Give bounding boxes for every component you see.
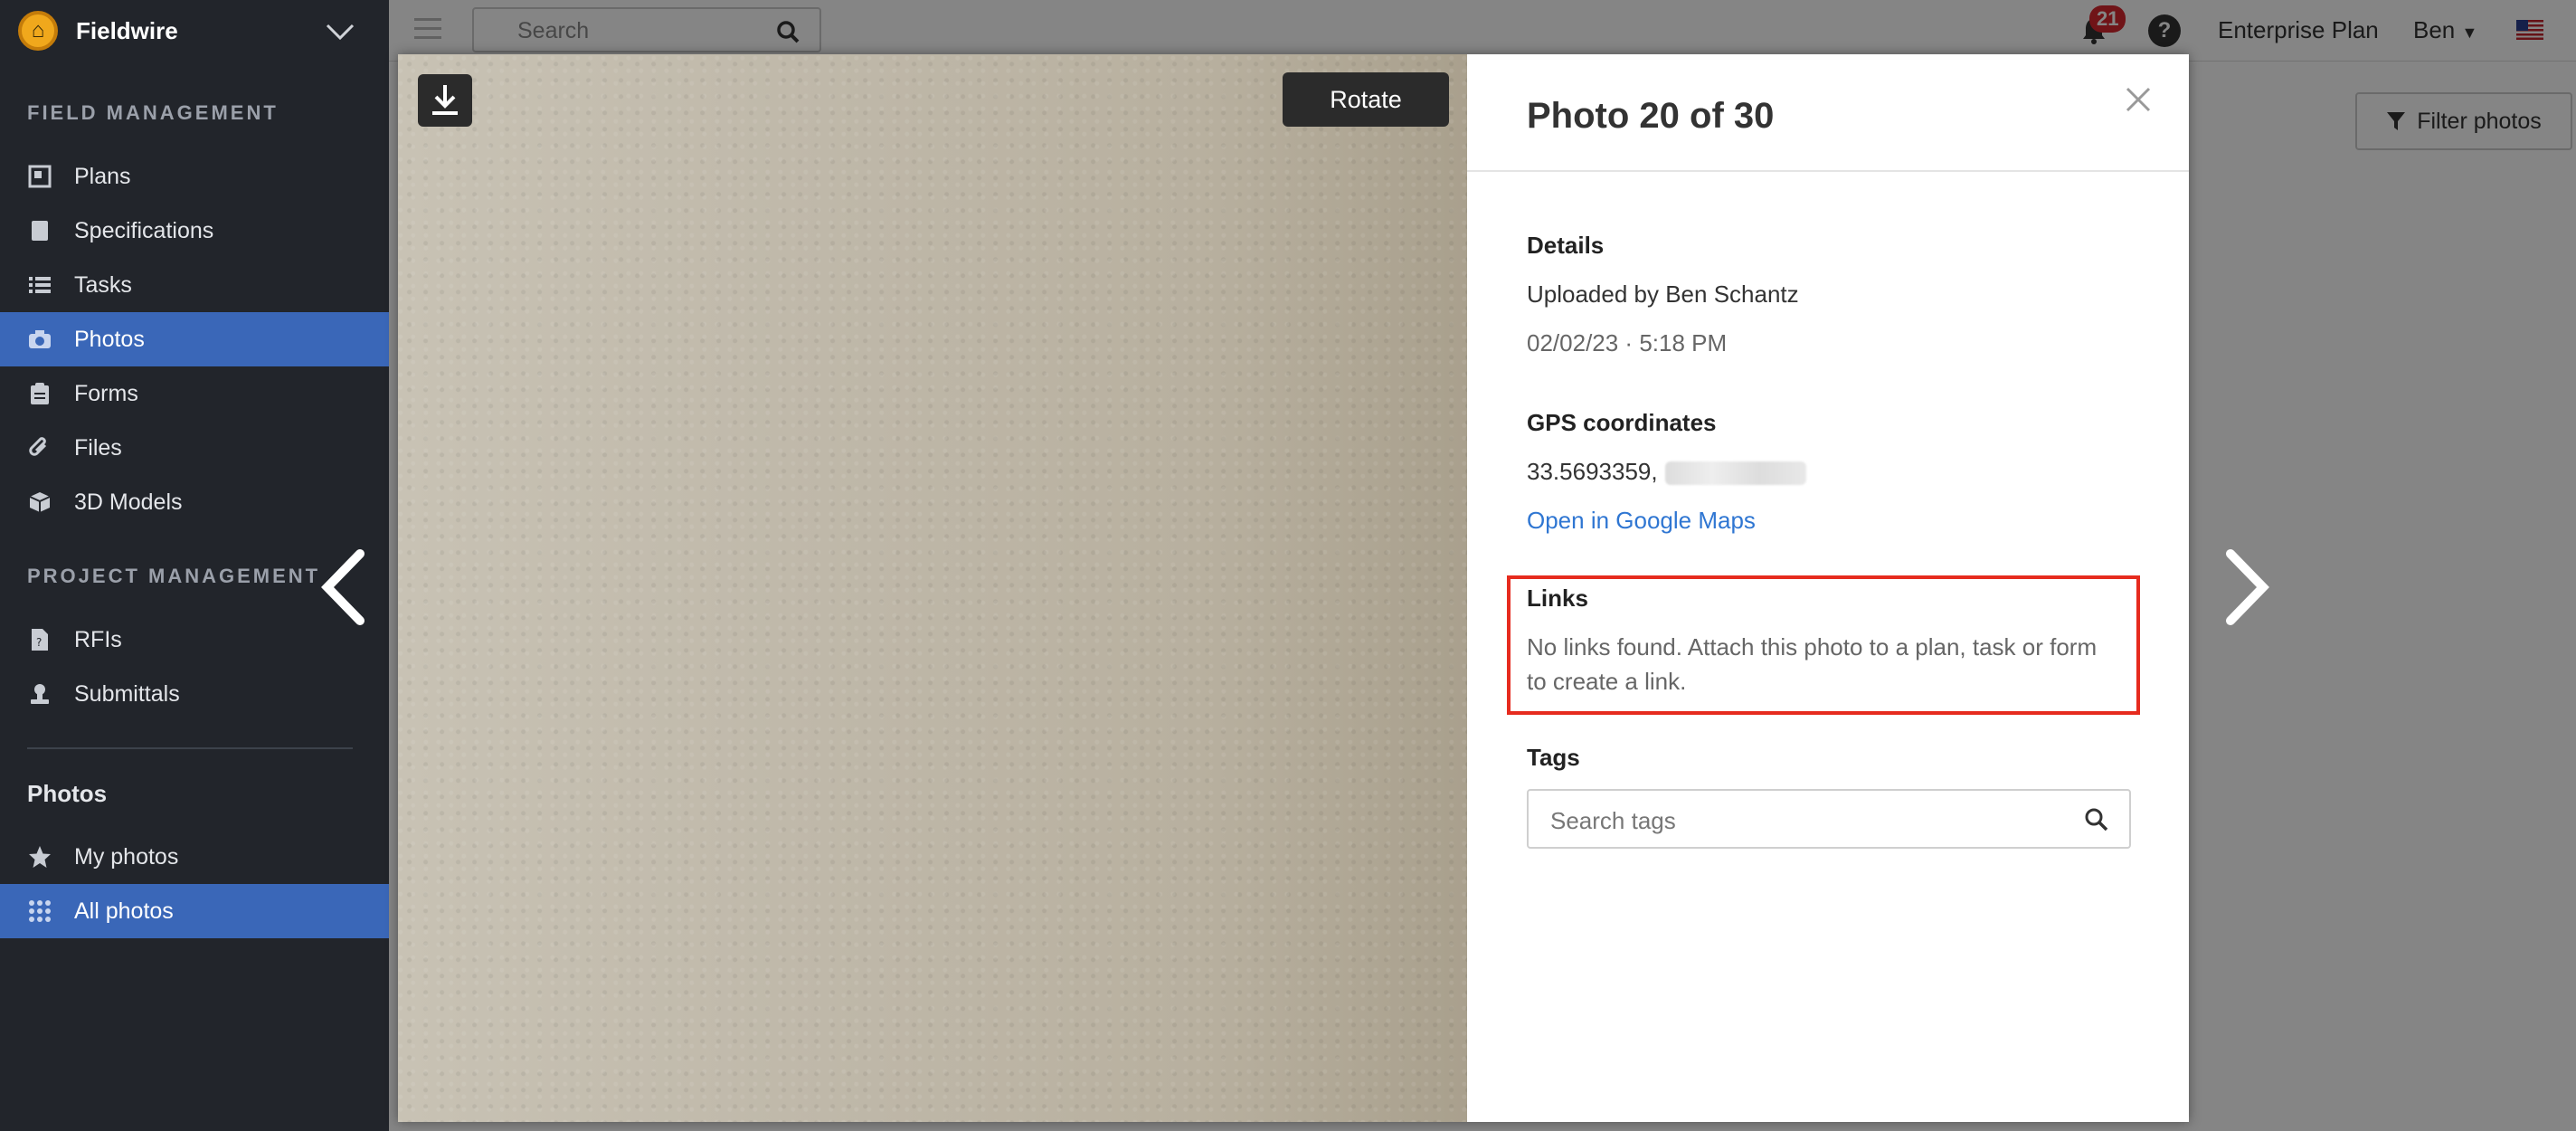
sidebar-item-all-photos[interactable]: All photos xyxy=(0,884,389,938)
next-photo-arrow-icon[interactable] xyxy=(2221,546,2276,628)
close-icon[interactable] xyxy=(2124,85,2153,114)
photo-details-panel: Photo 20 of 30 Details Uploaded by Ben S… xyxy=(1467,54,2189,1122)
project-management-heading: PROJECT MANAGEMENT xyxy=(27,565,321,587)
fieldwire-logo-icon: ⌂ xyxy=(18,11,58,51)
rotate-button[interactable]: Rotate xyxy=(1283,72,1449,127)
sidebar-item-plans[interactable]: Plans xyxy=(0,149,389,204)
search-tags-input[interactable]: Search tags xyxy=(1527,789,2131,849)
submittals-icon xyxy=(27,681,52,707)
plans-icon xyxy=(27,164,52,189)
previous-photo-arrow-icon[interactable] xyxy=(315,546,369,628)
sidebar-item-tasks[interactable]: Tasks xyxy=(0,258,389,312)
tags-label: Tags xyxy=(1527,744,1580,771)
search-icon xyxy=(2085,808,2108,832)
cube-icon xyxy=(27,489,52,515)
details-label: Details xyxy=(1527,232,1605,259)
star-icon xyxy=(27,844,52,870)
gps-value: 33.5693359, xyxy=(1527,458,1658,485)
paperclip-icon xyxy=(27,435,52,461)
sidebar-item-label: Forms xyxy=(74,380,138,406)
header-divider xyxy=(1467,170,2189,172)
sidebar-item-label: Tasks xyxy=(74,271,132,298)
sidebar-item-3d-models[interactable]: 3D Models xyxy=(0,475,389,529)
forms-icon xyxy=(27,381,52,406)
sidebar-item-my-photos[interactable]: My photos xyxy=(0,830,389,884)
sidebar-item-label: 3D Models xyxy=(74,489,183,515)
links-empty-message: No links found. Attach this photo to a p… xyxy=(1527,633,2098,695)
specifications-icon xyxy=(27,218,52,243)
camera-icon xyxy=(27,327,52,352)
sidebar-item-label: Specifications xyxy=(74,217,214,243)
chevron-down-icon[interactable] xyxy=(324,18,356,45)
redacted-coordinate xyxy=(1664,461,1806,486)
open-in-google-maps-link[interactable]: Open in Google Maps xyxy=(1527,507,1756,535)
links-label: Links xyxy=(1527,585,1588,612)
photo-modal: Rotate Photo 20 of 30 Details Uploaded b… xyxy=(398,54,2189,1122)
photo-image: Rotate xyxy=(398,54,1467,1122)
sidebar-item-label: Plans xyxy=(74,163,131,189)
timestamp: 02/02/23 · 5:18 PM xyxy=(1527,329,1728,356)
rfi-icon: ? xyxy=(27,627,52,652)
download-button[interactable] xyxy=(418,74,472,127)
grid-icon xyxy=(27,898,52,924)
sidebar-item-forms[interactable]: Forms xyxy=(0,366,389,421)
sidebar-item-label: My photos xyxy=(74,843,179,870)
search-tags-placeholder: Search tags xyxy=(1550,807,1676,834)
tasks-icon xyxy=(27,272,52,298)
sidebar-item-files[interactable]: Files xyxy=(0,421,389,475)
svg-text:?: ? xyxy=(36,636,42,649)
sidebar-divider xyxy=(27,747,353,749)
sidebar-item-label: Photos xyxy=(74,326,145,352)
sidebar-item-specifications[interactable]: Specifications xyxy=(0,204,389,258)
sidebar-item-photos[interactable]: Photos xyxy=(0,312,389,366)
sidebar-item-submittals[interactable]: Submittals xyxy=(0,667,389,721)
field-management-heading: FIELD MANAGEMENT xyxy=(27,101,279,124)
sidebar-item-label: Submittals xyxy=(74,680,180,707)
sidebar-item-label: Files xyxy=(74,434,122,461)
sidebar-item-label: RFIs xyxy=(74,626,122,652)
brand-header[interactable]: ⌂ Fieldwire xyxy=(0,0,389,62)
sidebar-item-label: All photos xyxy=(74,898,174,924)
photo-counter-title: Photo 20 of 30 xyxy=(1527,96,1775,136)
download-icon xyxy=(432,85,458,115)
gps-coordinates: 33.5693359, xyxy=(1527,458,1806,486)
uploaded-by: Uploaded by Ben Schantz xyxy=(1527,280,1799,308)
photos-section-heading: Photos xyxy=(27,780,108,807)
gps-label: GPS coordinates xyxy=(1527,409,1717,436)
brand-name: Fieldwire xyxy=(76,16,178,44)
